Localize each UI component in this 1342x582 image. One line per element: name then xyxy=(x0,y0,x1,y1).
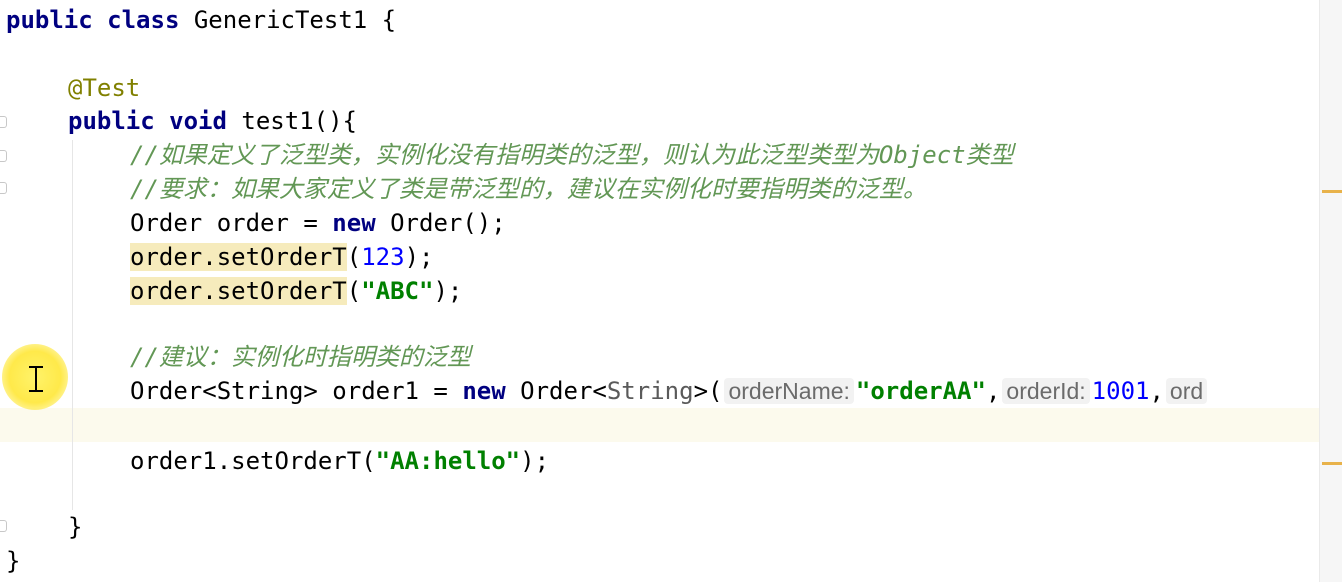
text-cursor-icon xyxy=(29,366,43,392)
code-text: ( xyxy=(346,277,362,305)
error-stripe-marker[interactable] xyxy=(1322,462,1342,465)
code-line-comment-2[interactable]: //要求：如果大家定义了类是带泛型的，建议在实例化时要指明类的泛型。 xyxy=(130,172,927,206)
code-text: Order<String> order1 = xyxy=(130,377,463,405)
code-text: Order< xyxy=(505,377,607,405)
keyword: new xyxy=(462,377,506,405)
code-text: Order(); xyxy=(375,209,506,237)
fold-marker-icon[interactable] xyxy=(0,116,7,128)
keyword: public void xyxy=(68,107,227,135)
parameter-hint: ord xyxy=(1165,378,1208,404)
code-text: ); xyxy=(404,243,434,271)
closing-brace: } xyxy=(68,513,83,541)
code-line-annotation[interactable]: @Test xyxy=(68,71,140,105)
code-text: , xyxy=(1149,377,1164,405)
fold-marker-icon[interactable] xyxy=(0,520,7,532)
code-line-set-order-1[interactable]: order.setOrderT(123); xyxy=(130,240,433,274)
code-text: ); xyxy=(520,447,550,475)
fold-marker-icon[interactable] xyxy=(0,150,7,162)
comment: //如果定义了泛型类，实例化没有指明类的泛型，则认为此泛型类型为Object类型 xyxy=(130,141,1014,169)
error-stripe-marker[interactable] xyxy=(1322,190,1342,193)
keyword: new xyxy=(332,209,376,237)
parameter-hint: orderId: xyxy=(1002,378,1090,404)
code-line-comment-1[interactable]: //如果定义了泛型类，实例化没有指明类的泛型，则认为此泛型类型为Object类型 xyxy=(130,138,1014,172)
code-line-order-decl[interactable]: Order order = new Order(); xyxy=(130,206,506,240)
indent-guide xyxy=(72,140,73,510)
comment: //建议：实例化时指明类的泛型 xyxy=(130,343,471,371)
fold-marker-icon[interactable] xyxy=(0,182,7,194)
code-line-comment-3[interactable]: //建议：实例化时指明类的泛型 xyxy=(130,340,471,374)
scrollbar-track[interactable] xyxy=(1319,0,1342,582)
annotation: @Test xyxy=(68,74,141,102)
code-line-set-order-2[interactable]: order.setOrderT("ABC"); xyxy=(130,274,462,308)
code-line-set-order1[interactable]: order1.setOrderT("AA:hello"); xyxy=(130,444,549,478)
keyword: public class xyxy=(6,6,180,34)
code-line-class-decl[interactable]: public class GenericTest1 { xyxy=(6,3,396,37)
code-line-class-close[interactable]: } xyxy=(6,544,20,578)
method-signature: test1(){ xyxy=(226,107,357,135)
highlighted-call: order.setOrderT xyxy=(130,277,347,305)
number-literal: 123 xyxy=(361,243,405,271)
string-literal: "orderAA" xyxy=(855,377,986,405)
class-name: GenericTest1 { xyxy=(179,6,397,34)
closing-brace: } xyxy=(6,547,21,575)
code-text: ); xyxy=(433,277,463,305)
highlighted-call: order.setOrderT xyxy=(130,243,347,271)
current-line-highlight xyxy=(0,408,1326,442)
code-line-method-decl[interactable]: public void test1(){ xyxy=(68,104,357,138)
code-text: , xyxy=(985,377,1001,405)
code-line-generic-decl[interactable]: Order<String> order1 = new Order<String>… xyxy=(130,374,1209,408)
code-text: >( xyxy=(693,377,723,405)
code-text: order1.setOrderT( xyxy=(130,447,376,475)
code-text: Order order = xyxy=(130,209,333,237)
comment: //要求：如果大家定义了类是带泛型的，建议在实例化时要指明类的泛型。 xyxy=(130,175,927,203)
string-literal: "AA:hello" xyxy=(375,447,521,475)
type-parameter: String xyxy=(606,377,694,405)
code-editor[interactable]: public class GenericTest1 { @Test public… xyxy=(0,0,1342,582)
code-line-method-close[interactable]: } xyxy=(68,510,82,544)
code-text: ( xyxy=(346,243,362,271)
parameter-hint: orderName: xyxy=(724,378,854,404)
number-literal: 1001 xyxy=(1091,377,1150,405)
string-literal: "ABC" xyxy=(361,277,434,305)
